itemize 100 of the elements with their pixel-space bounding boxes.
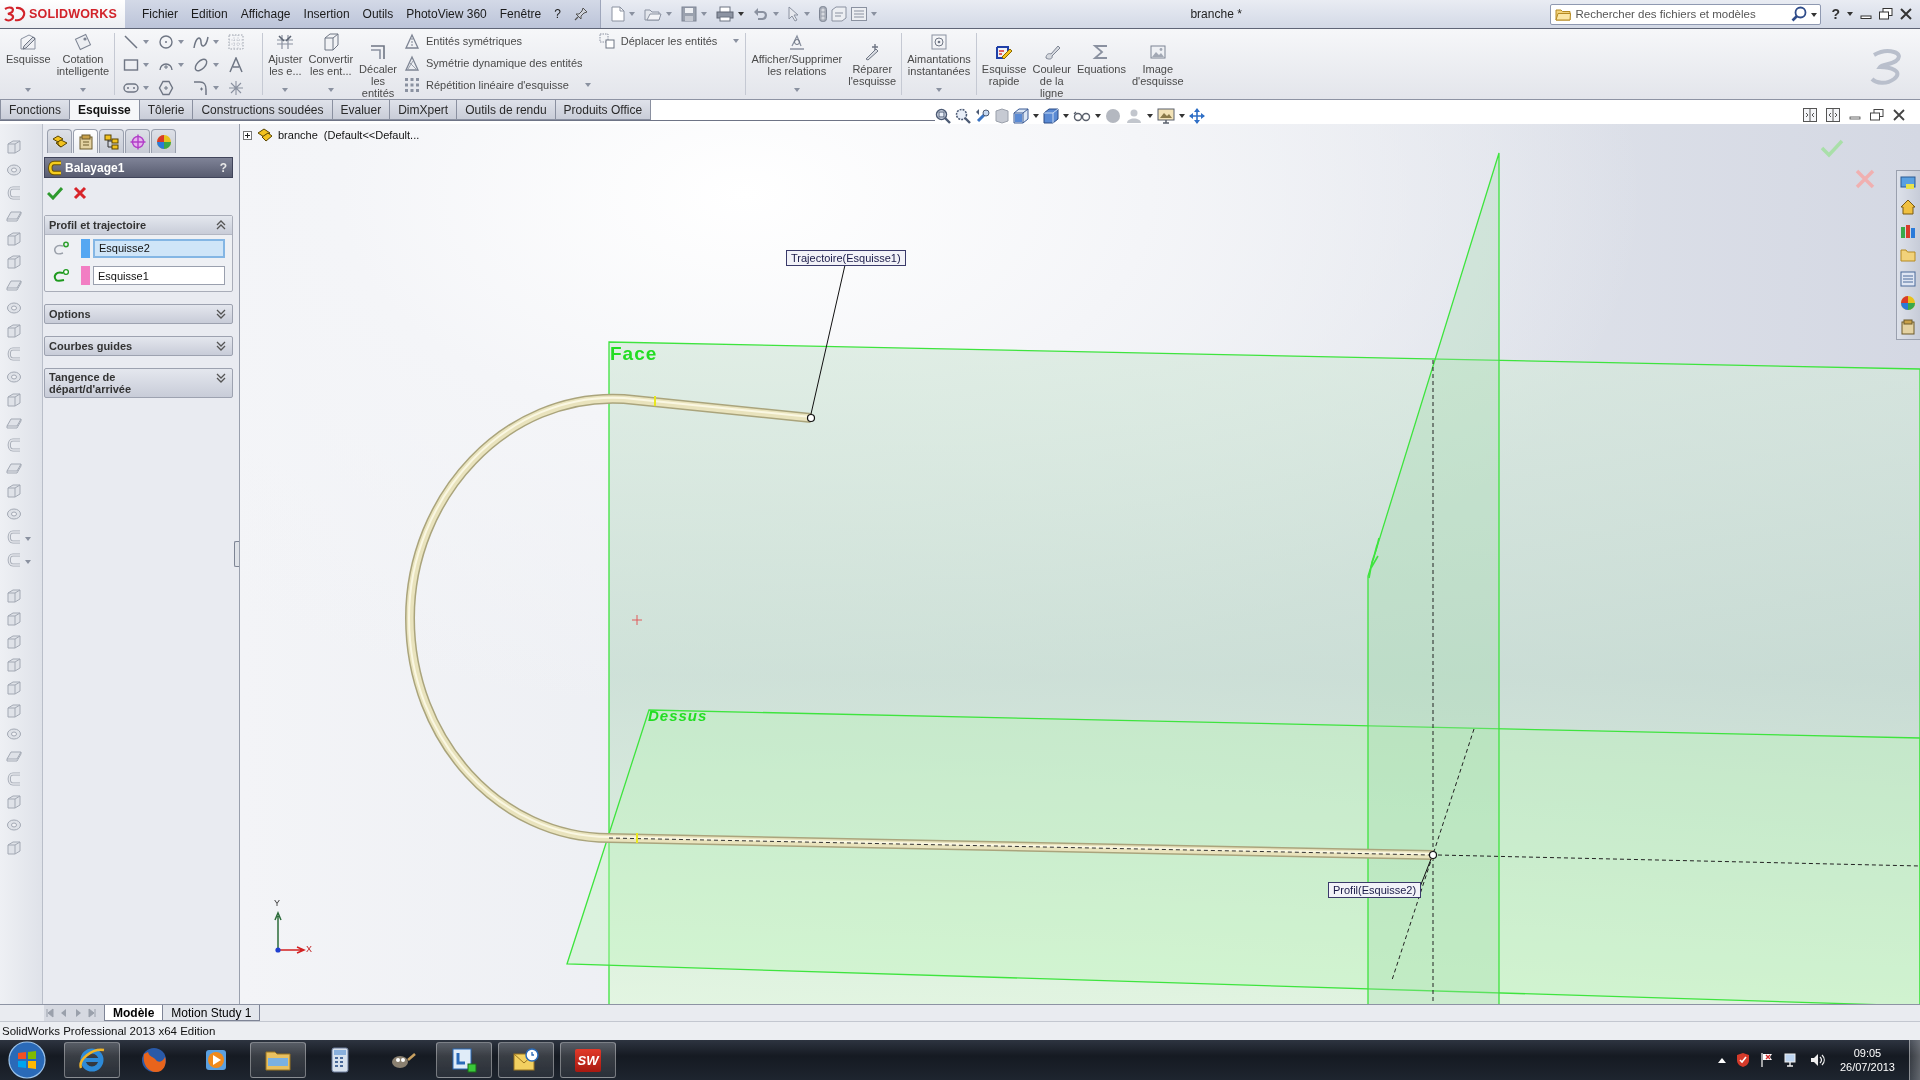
tree-item[interactable]: branche (Default<<Default... [278,129,420,141]
selection-field[interactable]: Esquisse1 [93,266,225,285]
taskbar-button[interactable] [436,1042,492,1078]
panel-tab[interactable] [99,129,124,153]
block-icon[interactable] [6,254,22,270]
group-header[interactable]: Tangence de départ/d'arrivée [44,368,233,398]
ribbon-button[interactable]: Déplacer les entités [598,33,740,49]
ellipse-tool-icon[interactable] [193,57,210,73]
menu-item[interactable]: Fenêtre [499,7,542,21]
caret-icon[interactable] [1811,12,1818,17]
menu-item[interactable]: Outils [362,7,394,21]
previous-view-icon[interactable] [975,108,991,124]
command-tab[interactable]: Evaluer [331,100,391,120]
monitor-icon[interactable] [1157,108,1175,124]
glasses-icon[interactable] [1073,110,1091,122]
line-tool-icon[interactable] [123,34,140,50]
chevron-down-icon[interactable] [216,309,226,319]
speaker-icon[interactable] [1809,1053,1826,1067]
caret-icon[interactable] [1179,114,1185,118]
first-page-icon[interactable] [44,1007,56,1019]
sheet-tab[interactable]: Modèle [104,1005,164,1021]
hook-icon[interactable] [6,771,22,787]
menu-item[interactable]: ? [554,7,561,21]
fillet-tool-icon[interactable] [193,80,210,96]
ribbon-button[interactable]: Symétrie dynamique des entités [404,55,591,71]
restore-icon[interactable] [1870,109,1884,121]
search-field[interactable]: Rechercher des fichiers et modèles [1550,3,1822,25]
block-icon[interactable] [6,657,22,673]
check-icon[interactable] [47,186,63,200]
split-view-icon[interactable] [1826,108,1840,122]
close-icon[interactable] [1900,8,1912,20]
open-folder-icon[interactable] [643,7,662,21]
block-icon[interactable] [6,794,22,810]
caret-up-icon[interactable] [1717,1057,1726,1063]
ribbon-button[interactable]: Esquisse rapide [978,29,1030,99]
hook-icon[interactable] [6,185,22,201]
block-icon[interactable] [6,483,22,499]
color-sphere-icon[interactable] [1900,295,1916,311]
panel-tab[interactable] [47,129,72,153]
hook-icon[interactable] [6,346,22,362]
ring-icon[interactable] [6,162,22,178]
ribbon-button[interactable]: Réparer l'esquisse [845,29,900,99]
block-icon[interactable] [6,323,22,339]
ribbon-button[interactable]: Entités symétriques [404,33,591,49]
caret-icon[interactable] [1147,114,1153,118]
command-tab[interactable]: DimXpert [389,100,458,120]
bar-chart-icon[interactable] [1900,223,1916,239]
block-icon[interactable] [6,840,22,856]
pointer-icon[interactable] [787,6,800,22]
command-tab[interactable]: Outils de rendu [456,100,556,120]
block-icon[interactable] [6,139,22,155]
new-document-icon[interactable] [610,6,625,22]
sheet-icon[interactable] [6,415,22,431]
ribbon-button[interactable]: Esquisse [3,29,54,99]
show-desktop-button[interactable] [1909,1040,1920,1080]
menu-item[interactable]: Edition [191,7,228,21]
panel-tab[interactable] [125,129,150,153]
menu-item[interactable]: Insertion [303,7,350,21]
command-tab[interactable]: Esquisse [69,100,140,120]
taskbar-button[interactable] [64,1042,120,1078]
block-icon[interactable] [6,703,22,719]
restore-icon[interactable] [1879,8,1893,20]
ring-icon[interactable] [6,726,22,742]
command-tab[interactable]: Produits Office [554,100,652,120]
ribbon-button[interactable]: Equations [1074,29,1129,99]
expand-icon[interactable] [243,130,252,140]
ribbon-button[interactable]: Couleur de la ligne [1029,29,1074,99]
help-button[interactable]: ? [1831,6,1840,22]
ribbon-button[interactable]: Ajuster les e... [265,29,306,99]
shaded-cube-icon[interactable] [1043,108,1059,124]
caret-icon[interactable] [737,12,744,16]
printer-icon[interactable] [715,6,734,22]
undo-icon[interactable] [752,7,769,21]
spline-tool-icon[interactable] [193,34,210,50]
caret-icon[interactable] [1847,12,1853,16]
group-header[interactable]: Courbes guides [44,336,233,356]
block-icon[interactable] [6,611,22,627]
text-tool-icon[interactable] [228,57,245,73]
ribbon-button[interactable]: Répétition linéaire d'esquisse [404,77,591,93]
pushpin-icon[interactable] [573,7,588,21]
taskbar-button[interactable] [250,1042,306,1078]
last-page-icon[interactable] [86,1007,98,1019]
hook-icon[interactable] [6,437,22,453]
selection-field[interactable]: Esquisse2 [93,239,225,258]
block-icon[interactable] [6,680,22,696]
sheet-icon[interactable] [6,748,22,764]
shield-icon[interactable] [1735,1052,1750,1068]
help-button[interactable]: ? [219,160,227,175]
monitor-icon[interactable] [1900,175,1916,191]
ribbon-button[interactable]: Aimantations instantanées [904,29,974,99]
ribbon-button[interactable]: Image d'esquisse [1128,29,1187,99]
block-icon[interactable] [6,392,22,408]
grid-tool-icon[interactable] [228,34,245,50]
house-icon[interactable] [1900,199,1916,215]
taskbar-button[interactable]: SW [560,1042,616,1078]
group-header[interactable]: Options [44,304,233,324]
ring-icon[interactable] [6,300,22,316]
sheet-icon[interactable] [6,460,22,476]
taskbar-button[interactable] [498,1042,554,1078]
zoom-area-icon[interactable] [955,108,971,124]
